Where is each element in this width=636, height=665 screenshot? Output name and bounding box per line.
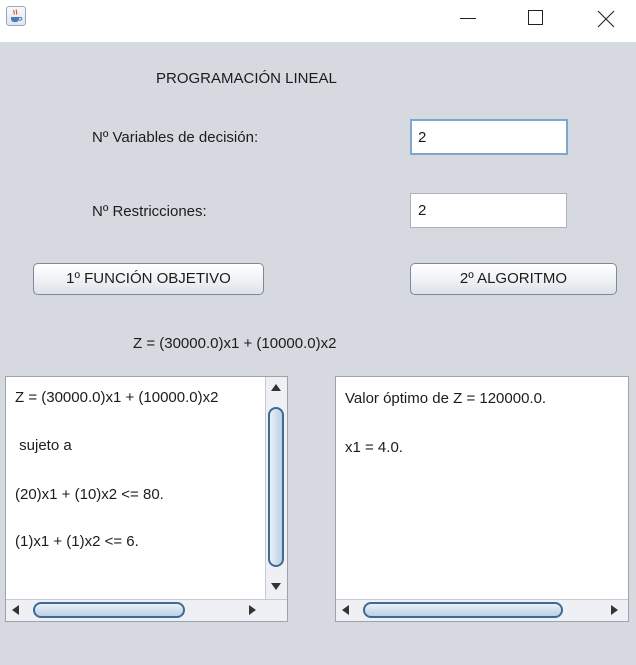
maximize-icon	[528, 10, 543, 25]
model-scroll-pane[interactable]: Z = (30000.0)x1 + (10000.0)x2 sujeto a (…	[5, 376, 288, 622]
model-horizontal-scrollbar[interactable]	[6, 599, 287, 621]
java-coffee-cup-icon[interactable]	[6, 6, 26, 26]
result-scroll-pane[interactable]: Valor óptimo de Z = 120000.0. x1 = 4.0.	[335, 376, 629, 622]
model-vertical-scroll-thumb[interactable]	[268, 407, 284, 567]
scroll-left-icon[interactable]	[8, 602, 24, 618]
app-title: PROGRAMACIÓN LINEAL	[156, 70, 337, 87]
model-line: sujeto a	[15, 437, 72, 454]
variables-label: Nº Variables de decisión:	[92, 129, 259, 146]
variables-input[interactable]	[410, 119, 568, 155]
model-line: Z = (30000.0)x1 + (10000.0)x2	[15, 389, 219, 406]
scroll-right-icon[interactable]	[606, 602, 622, 618]
objective-function-text: Z = (30000.0)x1 + (10000.0)x2	[133, 335, 337, 352]
result-horizontal-scrollbar[interactable]	[336, 599, 628, 621]
close-button[interactable]	[582, 0, 628, 36]
result-line: x1 = 4.0.	[345, 439, 403, 456]
maximize-button[interactable]	[513, 0, 559, 36]
model-vertical-scrollbar[interactable]	[265, 377, 287, 599]
scroll-up-icon[interactable]	[268, 380, 284, 396]
restrictions-label: Nº Restricciones:	[92, 203, 207, 220]
scroll-down-icon[interactable]	[268, 578, 284, 594]
model-horizontal-scroll-thumb[interactable]	[33, 602, 185, 618]
model-line: (1)x1 + (1)x2 <= 6.	[15, 533, 139, 550]
objective-function-button[interactable]: 1º FUNCIÓN OBJETIVO	[33, 263, 264, 295]
minimize-button[interactable]	[445, 0, 491, 36]
title-bar[interactable]	[0, 0, 636, 42]
model-line: (20)x1 + (10)x2 <= 80.	[15, 486, 164, 503]
result-horizontal-scroll-thumb[interactable]	[363, 602, 563, 618]
result-line: Valor óptimo de Z = 120000.0.	[345, 390, 547, 407]
scroll-right-icon[interactable]	[244, 602, 260, 618]
close-icon	[597, 10, 615, 28]
minimize-icon	[460, 18, 476, 19]
algorithm-button[interactable]: 2º ALGORITMO	[410, 263, 617, 295]
restrictions-input[interactable]	[410, 193, 567, 228]
scroll-left-icon[interactable]	[338, 602, 354, 618]
